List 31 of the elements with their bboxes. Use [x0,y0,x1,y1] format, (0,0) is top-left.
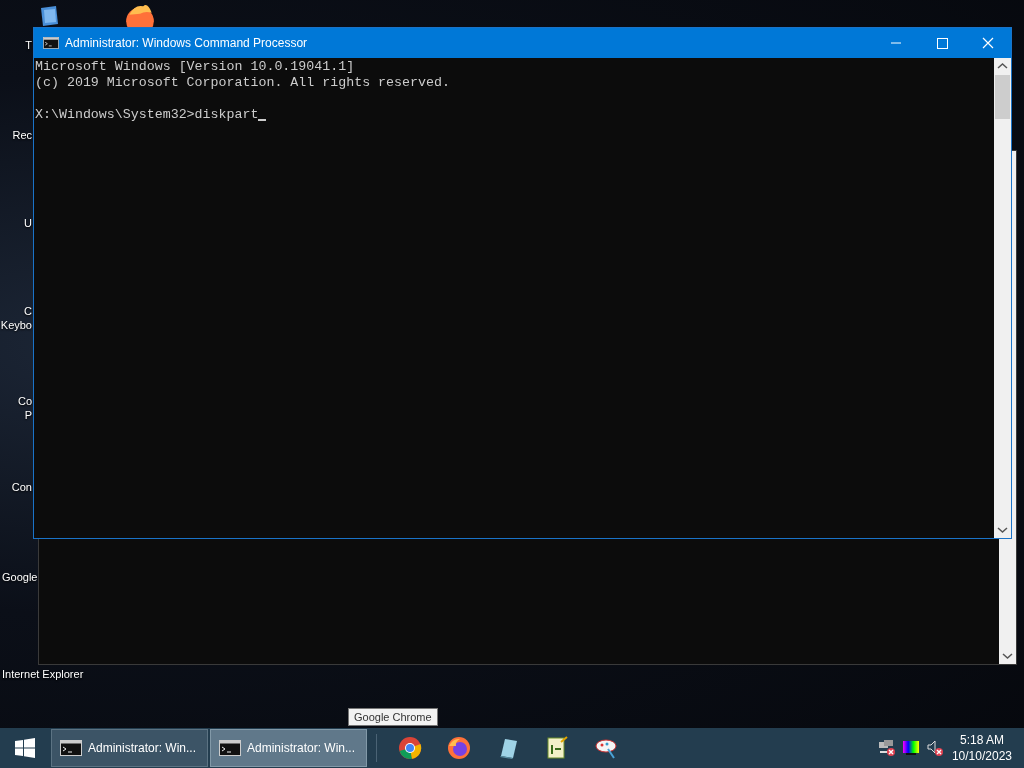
icon-label[interactable]: T [25,38,32,52]
windows-icon [15,738,35,758]
scrollbar[interactable] [994,58,1011,538]
icon-label[interactable]: Internet Explorer [2,667,84,681]
window-title: Administrator: Windows Command Processor [65,36,309,50]
clock-time[interactable]: 5:18 AM [959,732,1004,748]
taskbar-button[interactable]: Administrator: Win... [51,729,208,767]
firefox-icon[interactable] [446,736,471,760]
icon-label[interactable]: Rec [12,128,32,142]
cmd-icon [60,740,82,756]
tooltip: Google Chrome [348,708,438,726]
paint-icon[interactable] [593,736,618,760]
notepad-icon[interactable] [544,736,569,760]
taskbar-button[interactable]: Administrator: Win... [210,729,367,767]
console-line: (c) 2019 Microsoft Corporation. All rights reserved. [35,75,450,91]
cmd-icon [219,740,241,756]
icon-label[interactable]: Co P [17,394,32,422]
chrome-icon[interactable] [397,736,422,760]
icon-label[interactable]: Con [11,480,32,494]
icon-label[interactable]: C Keybo [0,304,32,332]
clock-date[interactable]: 10/10/2023 [951,748,1012,764]
scroll-thumb[interactable] [995,75,1010,119]
icon-label[interactable]: Google [2,570,38,584]
network-error-icon[interactable] [877,739,896,757]
volume-muted-icon[interactable] [925,739,944,757]
text-cursor [258,119,267,121]
cmd-icon [43,37,59,49]
console-line: Microsoft Windows [Version 10.0.19041.1] [35,59,355,75]
console-line: X:\Windows\System32>diskpart [35,107,259,123]
display-icon[interactable] [901,739,920,757]
icon-label[interactable]: U [24,216,32,230]
